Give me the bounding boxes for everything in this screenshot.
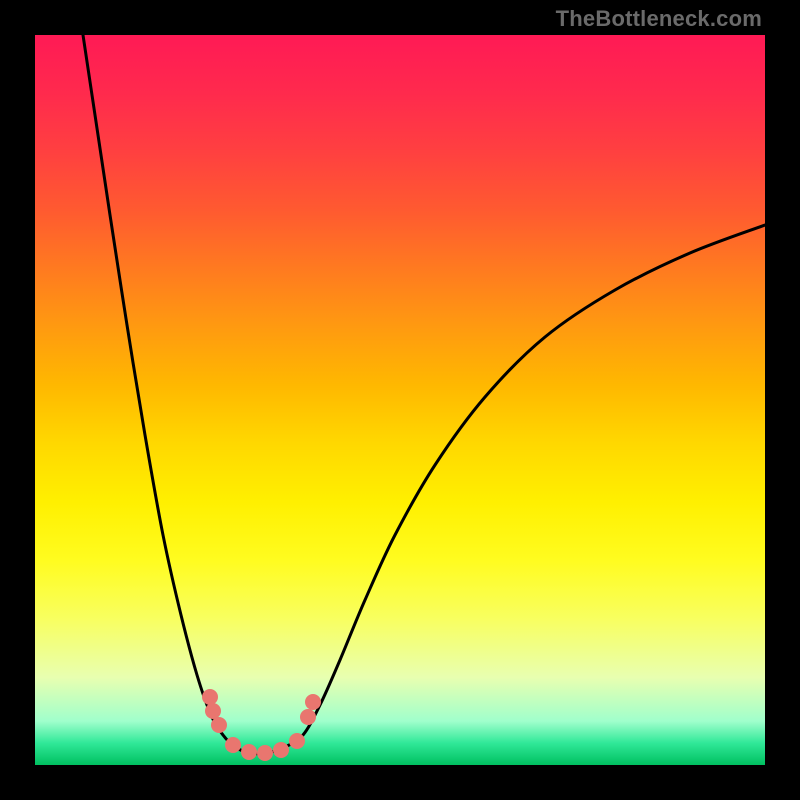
watermark-text: TheBottleneck.com — [556, 6, 762, 32]
valley-marker-dot — [273, 742, 289, 758]
curve-path — [83, 35, 765, 754]
valley-marker-dot — [300, 709, 316, 725]
valley-marker-dot — [241, 744, 257, 760]
valley-marker-dot — [305, 694, 321, 710]
valley-marker-dot — [289, 733, 305, 749]
valley-marker-dot — [225, 737, 241, 753]
bottleneck-curve — [35, 35, 765, 765]
valley-marker-dot — [257, 745, 273, 761]
valley-marker-dot — [211, 717, 227, 733]
chart-plot-area — [35, 35, 765, 765]
outer-frame: TheBottleneck.com — [0, 0, 800, 800]
